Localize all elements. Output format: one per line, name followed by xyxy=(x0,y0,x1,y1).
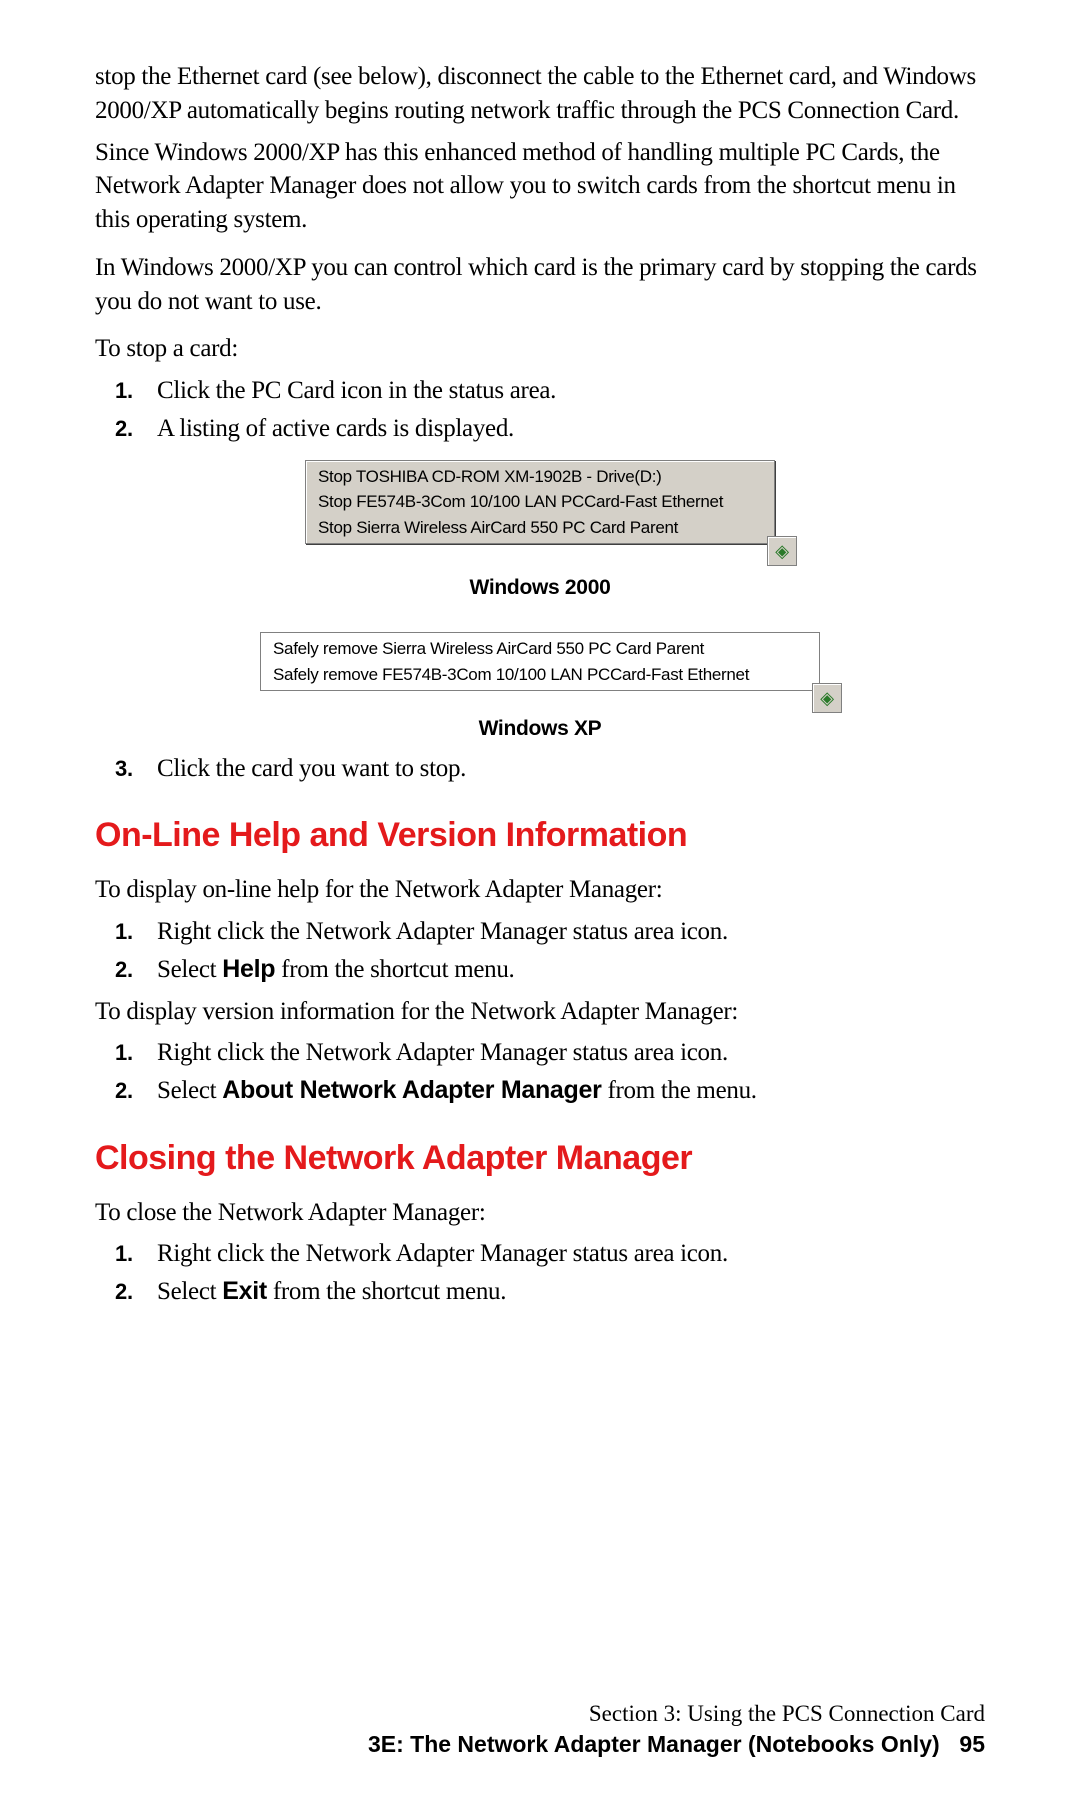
pc-card-tray-icon: ◈ xyxy=(812,683,842,713)
numbered-list: Click the card you want to stop. xyxy=(95,752,985,786)
menu-screenshot-xp: Safely remove Sierra Wireless AirCard 55… xyxy=(260,632,820,691)
numbered-list: Right click the Network Adapter Manager … xyxy=(95,1237,985,1309)
list-item: Right click the Network Adapter Manager … xyxy=(147,1237,985,1271)
menu-item: Stop FE574B-3Com 10/100 LAN PCCard-Fast … xyxy=(318,489,762,515)
body-paragraph: In Windows 2000/XP you can control which… xyxy=(95,251,985,319)
body-paragraph: Since Windows 2000/XP has this enhanced … xyxy=(95,136,985,237)
text: Select xyxy=(157,956,222,983)
body-paragraph: To display version information for the N… xyxy=(95,995,985,1029)
list-item: Click the PC Card icon in the status are… xyxy=(147,374,985,408)
list-item: Right click the Network Adapter Manager … xyxy=(147,915,985,949)
menu-item: Safely remove FE574B-3Com 10/100 LAN PCC… xyxy=(273,662,807,688)
text: from the shortcut menu. xyxy=(267,1278,506,1305)
list-item: Right click the Network Adapter Manager … xyxy=(147,1036,985,1070)
list-item: A listing of active cards is displayed. xyxy=(147,412,985,446)
page-number: 95 xyxy=(959,1731,985,1757)
menu-box: Safely remove Sierra Wireless AirCard 55… xyxy=(260,632,820,691)
text: from the menu. xyxy=(602,1077,757,1104)
menu-item: Stop Sierra Wireless AirCard 550 PC Card… xyxy=(318,515,762,541)
body-paragraph: To close the Network Adapter Manager: xyxy=(95,1196,985,1230)
numbered-list: Right click the Network Adapter Manager … xyxy=(95,915,985,987)
bold-text: Exit xyxy=(222,1277,267,1305)
list-item: Click the card you want to stop. xyxy=(147,752,985,786)
pc-card-tray-icon: ◈ xyxy=(767,536,797,566)
footer-chapter-line: 3E: The Network Adapter Manager (Noteboo… xyxy=(368,1731,940,1757)
body-paragraph: stop the Ethernet card (see below), disc… xyxy=(95,60,985,128)
numbered-list: Click the PC Card icon in the status are… xyxy=(95,374,985,446)
body-paragraph: To stop a card: xyxy=(95,332,985,366)
text: from the shortcut menu. xyxy=(275,956,514,983)
figure-caption: Windows 2000 xyxy=(95,574,985,602)
menu-item: Safely remove Sierra Wireless AirCard 55… xyxy=(273,636,807,662)
section-heading: Closing the Network Adapter Manager xyxy=(95,1136,985,1182)
list-item: Select Help from the shortcut menu. xyxy=(147,953,985,987)
body-paragraph: To display on-line help for the Network … xyxy=(95,873,985,907)
menu-item: Stop TOSHIBA CD-ROM XM-1902B - Drive(D:) xyxy=(318,464,762,490)
text: Select xyxy=(157,1278,222,1305)
menu-box: Stop TOSHIBA CD-ROM XM-1902B - Drive(D:)… xyxy=(305,460,775,545)
figure-caption: Windows XP xyxy=(95,715,985,743)
section-heading: On-Line Help and Version Information xyxy=(95,813,985,859)
bold-text: Help xyxy=(222,955,275,983)
numbered-list: Right click the Network Adapter Manager … xyxy=(95,1036,985,1108)
text: Select xyxy=(157,1077,222,1104)
menu-screenshot-2000: Stop TOSHIBA CD-ROM XM-1902B - Drive(D:)… xyxy=(305,460,775,545)
footer-section-line: Section 3: Using the PCS Connection Card xyxy=(95,1698,985,1729)
page-footer: Section 3: Using the PCS Connection Card… xyxy=(95,1698,985,1760)
bold-text: About Network Adapter Manager xyxy=(222,1076,601,1104)
list-item: Select Exit from the shortcut menu. xyxy=(147,1275,985,1309)
list-item: Select About Network Adapter Manager fro… xyxy=(147,1074,985,1108)
